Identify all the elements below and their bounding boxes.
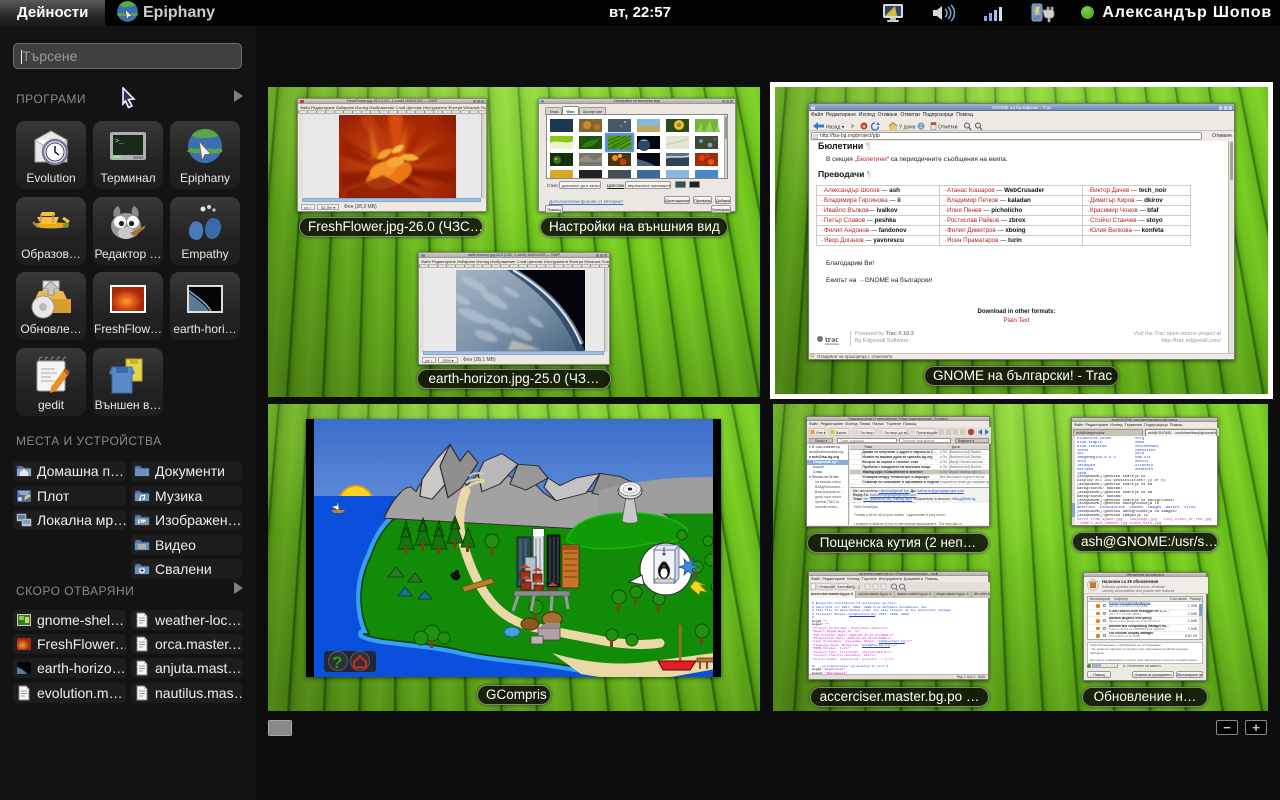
svg-text:У дома: У дома (899, 125, 916, 131)
svg-text:Отметки: Отметки (938, 125, 958, 131)
svg-text:Запазване: Запазване (837, 585, 855, 589)
svg-text:Назад ▾: Назад ▾ (826, 125, 845, 131)
svg-text:Отговор: Отговор (860, 431, 874, 435)
svg-text:?: ? (332, 653, 342, 672)
svg-text:Отговор до вс…: Отговор до вс… (884, 431, 911, 435)
svg-text:Нов ▾: Нов ▾ (816, 431, 826, 435)
svg-text:trac: trac (825, 335, 839, 344)
svg-text:Препращане: Препращане (916, 431, 937, 435)
svg-text:✕: ✕ (862, 124, 867, 130)
svg-text:Вземи: Вземи (836, 431, 846, 435)
